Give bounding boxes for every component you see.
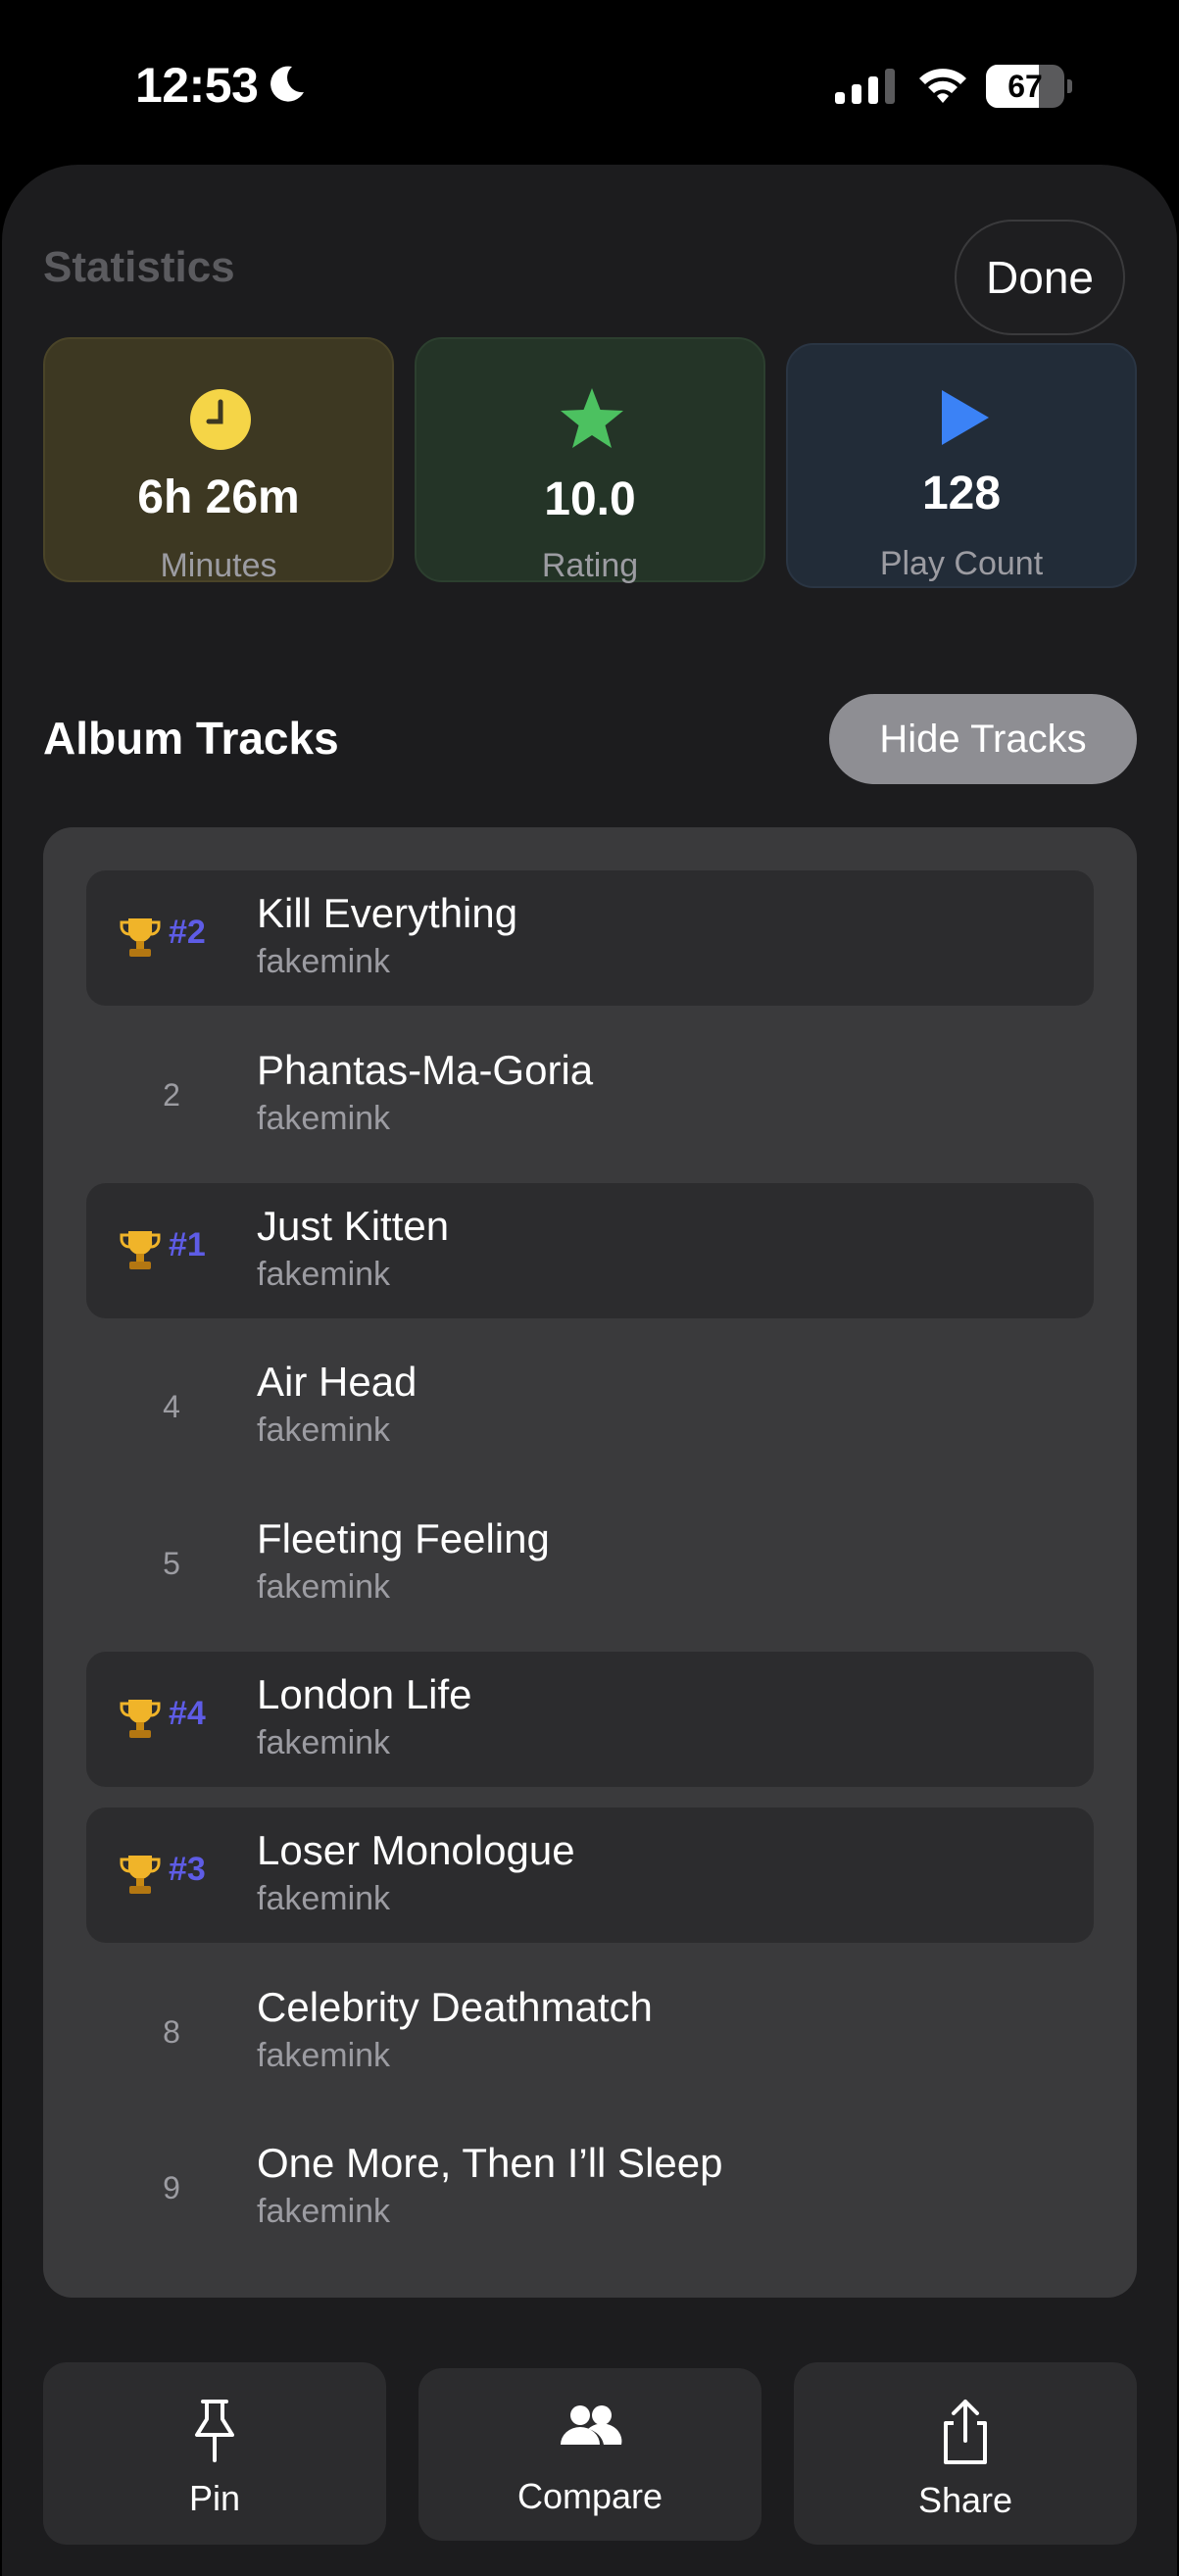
track-row[interactable]: #3 Loser Monologue fakemink: [86, 1808, 1094, 1943]
track-artist: fakemink: [257, 1568, 391, 1606]
status-bar: 12:53 67: [0, 0, 1179, 167]
play-count-value: 128: [921, 468, 1002, 520]
track-row[interactable]: #1 Just Kitten fakemink: [86, 1183, 1094, 1318]
album-tracks-heading: Album Tracks: [43, 713, 339, 764]
share-icon: [944, 2400, 987, 2464]
cellular-signal-icon: [835, 69, 895, 104]
rating-label: Rating: [541, 547, 639, 584]
track-artist: fakemink: [257, 1412, 391, 1449]
track-rank: #4: [169, 1695, 206, 1732]
minutes-value: 6h 26m: [137, 471, 300, 523]
wifi-icon: [919, 69, 966, 103]
track-row[interactable]: 8 Celebrity Deathmatch fakemink: [86, 1964, 1094, 2100]
status-time: 12:53: [135, 58, 259, 113]
track-rank: #3: [169, 1851, 206, 1888]
compare-button[interactable]: Compare: [418, 2368, 761, 2541]
rating-value: 10.0: [544, 473, 636, 525]
clock-icon: [190, 389, 251, 450]
track-title: Celebrity Deathmatch: [257, 1984, 653, 2030]
track-title: Just Kitten: [257, 1203, 450, 1249]
share-label: Share: [917, 2480, 1013, 2520]
play-count-stat-card: 128 Play Count: [786, 343, 1137, 588]
people-icon: [561, 2405, 622, 2445]
track-rank: #2: [169, 914, 206, 951]
track-title: One More, Then I’ll Sleep: [257, 2140, 723, 2186]
track-artist: fakemink: [257, 943, 391, 980]
play-icon: [942, 390, 989, 445]
pin-label: Pin: [188, 2478, 241, 2518]
track-rank: #1: [169, 1226, 206, 1263]
track-artist: fakemink: [257, 2037, 391, 2074]
battery-percentage: 67: [1007, 69, 1043, 104]
track-number: 2: [163, 1077, 180, 1113]
track-artist: fakemink: [257, 1724, 391, 1761]
play-count-label: Play Count: [879, 545, 1044, 582]
track-title: Loser Monologue: [257, 1827, 575, 1873]
track-row[interactable]: 4 Air Head fakemink: [86, 1339, 1094, 1474]
track-row[interactable]: 5 Fleeting Feeling fakemink: [86, 1496, 1094, 1631]
minutes-stat-card: 6h 26m Minutes: [43, 337, 394, 584]
minutes-label: Minutes: [160, 547, 277, 584]
track-number: 9: [163, 2170, 180, 2205]
track-row[interactable]: 9 One More, Then I’ll Sleep fakemink: [86, 2120, 1094, 2255]
track-title: Air Head: [257, 1359, 418, 1405]
trophy-icon: [120, 1700, 161, 1738]
track-artist: fakemink: [257, 1256, 391, 1293]
track-artist: fakemink: [257, 2193, 391, 2230]
rating-stat-card: 10.0 Rating: [415, 337, 765, 584]
pin-button[interactable]: Pin: [43, 2362, 386, 2545]
moon-icon: [270, 66, 304, 102]
trophy-icon: [120, 1231, 161, 1269]
trophy-icon: [120, 918, 161, 957]
track-title: Fleeting Feeling: [257, 1515, 550, 1561]
hide-tracks-button[interactable]: Hide Tracks: [829, 694, 1137, 784]
battery-indicator: 67: [986, 65, 1072, 108]
pin-icon: [195, 2400, 234, 2462]
trophy-icon: [120, 1856, 161, 1894]
compare-label: Compare: [516, 2476, 663, 2516]
track-title: London Life: [257, 1671, 472, 1717]
star-icon: [561, 388, 623, 448]
track-number: 5: [163, 1546, 180, 1581]
sheet-title: Statistics: [43, 243, 235, 291]
track-row[interactable]: #2 Kill Everything fakemink: [86, 870, 1094, 1006]
track-row[interactable]: #4 London Life fakemink: [86, 1652, 1094, 1787]
track-artist: fakemink: [257, 1880, 391, 1917]
done-button[interactable]: Done: [955, 220, 1125, 335]
track-row[interactable]: 2 Phantas-Ma-Goria fakemink: [86, 1027, 1094, 1163]
share-button[interactable]: Share: [794, 2362, 1137, 2545]
track-title: Phantas-Ma-Goria: [257, 1047, 594, 1093]
tracks-list: #2 Kill Everything fakemink 2 Phantas-Ma…: [43, 827, 1137, 2298]
track-title: Kill Everything: [257, 890, 518, 936]
track-number: 8: [163, 2014, 180, 2050]
track-number: 4: [163, 1389, 180, 1424]
track-artist: fakemink: [257, 1100, 391, 1137]
